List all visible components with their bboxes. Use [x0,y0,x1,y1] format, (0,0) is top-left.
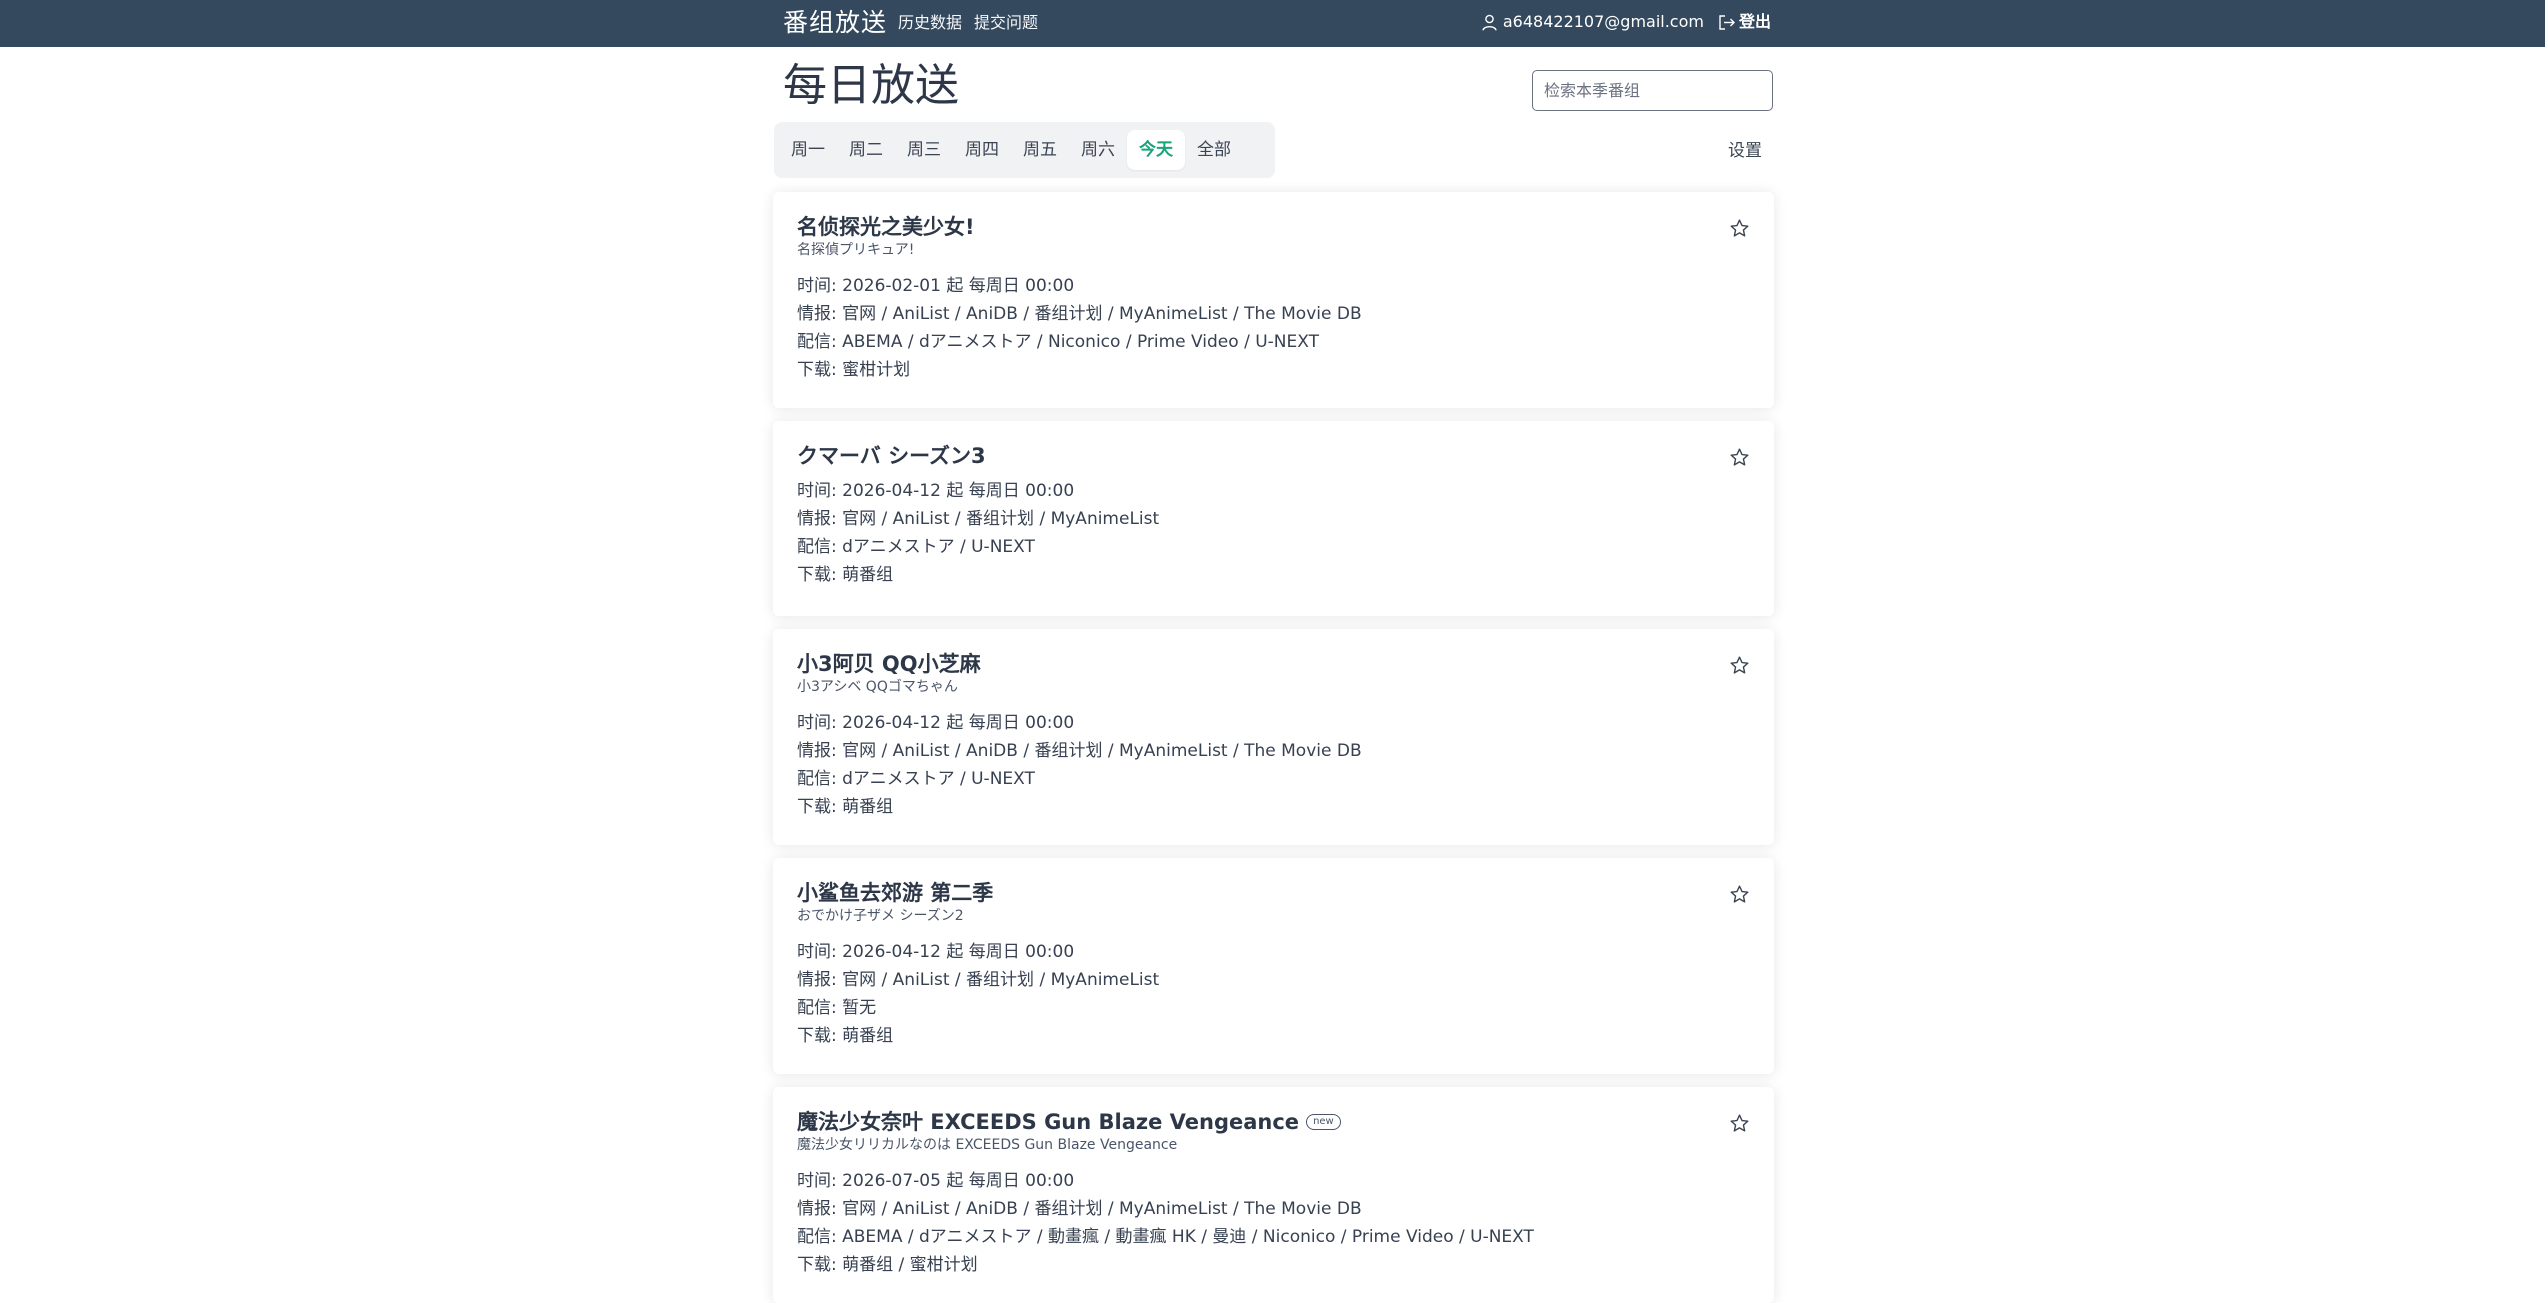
logout-icon [1718,14,1735,31]
air-time: 时间: 2026-07-05 起 每周日 00:00 [797,1171,1075,1191]
nav-links: 历史数据 提交问题 [898,12,1038,34]
info-links[interactable]: 情报: 官网 / AniList / 番组计划 / MyAnimeList [797,966,1750,994]
tab-friday[interactable]: 周五 [1011,130,1069,170]
top-navbar: 番组放送 历史数据 提交问题 a648422107@gmail.com 登出 [0,0,2545,47]
anime-title[interactable]: クマーバ シーズン3 [797,441,986,471]
anime-original-title: 小3アシベ QQゴマちゃん [797,679,958,695]
tab-today[interactable]: 今天 [1127,130,1185,170]
anime-original-title: 名探偵プリキュア! [797,242,915,258]
info-links[interactable]: 情报: 官网 / AniList / AniDB / 番组计划 / MyAnim… [797,737,1750,765]
logout-label: 登出 [1738,12,1771,31]
nav-link-report-issue[interactable]: 提交问题 [974,12,1038,34]
nav-link-history[interactable]: 历史数据 [898,12,962,34]
favorite-star-icon[interactable] [1729,884,1750,905]
anime-title[interactable]: 名侦探光之美少女! [797,212,975,242]
air-time: 时间: 2026-04-12 起 每周日 00:00 [797,942,1075,962]
brand-logo-link[interactable]: 番组放送 [783,6,887,40]
new-badge: new [1306,1114,1341,1130]
favorite-star-icon[interactable] [1729,218,1750,239]
anime-card: 小鲨鱼去郊游 第二季 おでかけ子ザメ シーズン2 时间: 2026-04-12 … [773,858,1774,1074]
anime-title[interactable]: 小3阿贝 QQ小芝麻 [797,649,981,679]
tab-thursday[interactable]: 周四 [953,130,1011,170]
tab-saturday[interactable]: 周六 [1069,130,1127,170]
anime-card: 小3阿贝 QQ小芝麻 小3アシベ QQゴマちゃん 时间: 2026-04-12 … [773,629,1774,845]
streaming-links[interactable]: 配信: dアニメストア / U-NEXT [797,533,1750,561]
favorite-star-icon[interactable] [1729,655,1750,676]
streaming-links[interactable]: 配信: ABEMA / dアニメストア / 動畫瘋 / 動畫瘋 HK / 曼迪 … [797,1223,1750,1251]
download-links[interactable]: 下载: 萌番组 / 蜜柑计划 [797,1251,1750,1279]
streaming-links[interactable]: 配信: dアニメストア / U-NEXT [797,765,1750,793]
user-email[interactable]: a648422107@gmail.com [1503,10,1704,34]
air-time: 时间: 2026-04-12 起 每周日 00:00 [797,713,1075,733]
streaming-links[interactable]: 配信: ABEMA / dアニメストア / Niconico / Prime V… [797,328,1750,356]
user-icon [1482,14,1497,31]
tab-tuesday[interactable]: 周二 [837,130,895,170]
day-tabs: 周一 周二 周三 周四 周五 周六 今天 全部 [774,122,1275,178]
tab-monday[interactable]: 周一 [779,130,837,170]
download-links[interactable]: 下载: 萌番组 [797,561,1750,589]
favorite-star-icon[interactable] [1729,1113,1750,1134]
download-links[interactable]: 下载: 蜜柑计划 [797,356,1750,384]
logout-button[interactable]: 登出 [1718,10,1771,34]
air-time: 时间: 2026-04-12 起 每周日 00:00 [797,481,1075,501]
anime-original-title: 魔法少女リリカルなのは EXCEEDS Gun Blaze Vengeance [797,1137,1178,1153]
anime-title[interactable]: 小鲨鱼去郊游 第二季 [797,878,993,908]
info-links[interactable]: 情报: 官网 / AniList / 番组计划 / MyAnimeList [797,505,1750,533]
info-links[interactable]: 情报: 官网 / AniList / AniDB / 番组计划 / MyAnim… [797,300,1750,328]
streaming-links: 配信: 暂无 [797,998,877,1018]
tab-all[interactable]: 全部 [1185,130,1243,170]
anime-original-title: おでかけ子ザメ シーズン2 [797,908,964,924]
info-links[interactable]: 情报: 官网 / AniList / AniDB / 番组计划 / MyAnim… [797,1195,1750,1223]
download-links[interactable]: 下载: 萌番组 [797,1022,1750,1050]
anime-title[interactable]: 魔法少女奈叶 EXCEEDS Gun Blaze Vengeance [797,1107,1299,1137]
tab-wednesday[interactable]: 周三 [895,130,953,170]
anime-card: クマーバ シーズン3 时间: 2026-04-12 起 每周日 00:00 情报… [773,421,1774,616]
air-time: 时间: 2026-02-01 起 每周日 00:00 [797,276,1075,296]
favorite-star-icon[interactable] [1729,447,1750,468]
search-input[interactable] [1532,70,1773,111]
download-links[interactable]: 下载: 萌番组 [797,793,1750,821]
settings-link[interactable]: 设置 [1728,140,1762,162]
anime-card: 魔法少女奈叶 EXCEEDS Gun Blaze Vengeance new 魔… [773,1087,1774,1303]
page-title: 每日放送 [783,60,959,111]
anime-card: 名侦探光之美少女! 名探偵プリキュア! 时间: 2026-02-01 起 每周日… [773,192,1774,408]
user-menu: a648422107@gmail.com 登出 [1482,10,1771,34]
